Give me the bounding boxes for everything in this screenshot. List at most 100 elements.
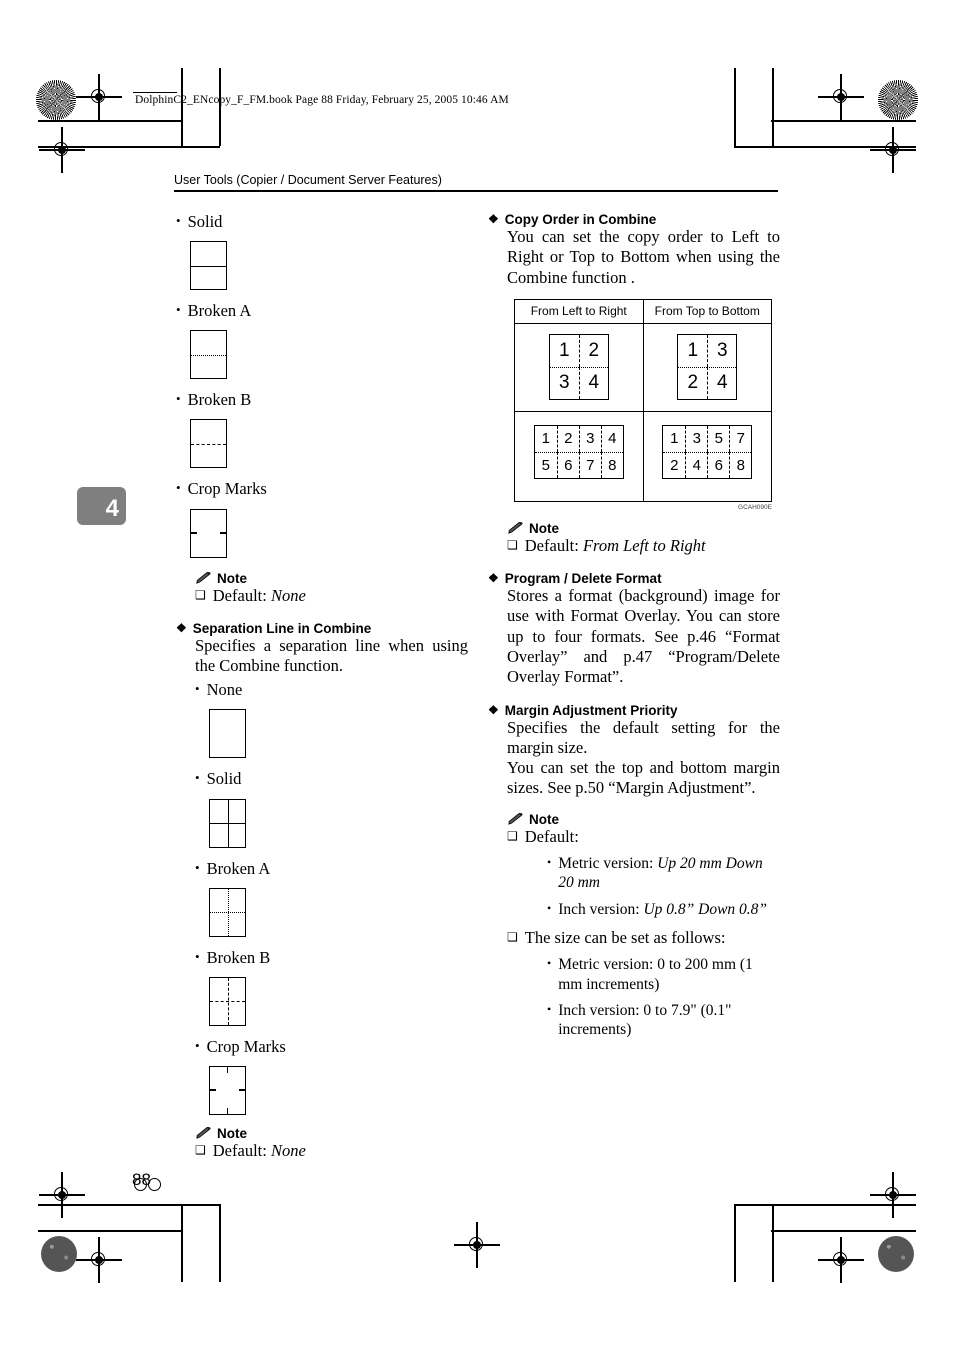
option-label: Broken A (206, 858, 271, 878)
note-block: Note ❑ Default: None (176, 1126, 468, 1161)
crop-rule (772, 1204, 774, 1282)
grid-cell: 8 (600, 451, 623, 478)
note-title-text: Note (529, 811, 559, 827)
grid-cell: 5 (707, 425, 729, 452)
grid-cell: 4 (578, 366, 608, 399)
grid-cell: 4 (685, 451, 708, 478)
note-subitem: • Inch version: Up 0.8” Down 0.8” (547, 900, 780, 919)
crop-tick-top (226, 1066, 229, 1073)
running-head-rule (174, 190, 778, 192)
option-label: None (206, 680, 243, 700)
figure-cell: 1 3 5 7 2 4 6 8 (642, 411, 772, 501)
sample-box-dashed-cross (209, 976, 246, 1026)
running-head: User Tools (Copier / Document Server Fea… (174, 173, 778, 192)
list-item: • Broken B (195, 948, 468, 968)
section-program-delete-format: ❖ Program / Delete Format Stores a forma… (488, 571, 780, 687)
section-body-text: Stores a format (background) image for u… (507, 586, 780, 687)
bullet-icon: • (547, 900, 552, 915)
grid-cell: 2 (663, 451, 686, 478)
section-body-text: You can set the copy order to Left to Ri… (507, 227, 780, 287)
grid-cell: 7 (729, 425, 751, 452)
option-label: Solid (206, 769, 242, 789)
note-text: Default: From Left to Right (524, 535, 706, 555)
note-title-text: Note (217, 1125, 247, 1141)
section-margin-adjustment-priority: ❖ Margin Adjustment Priority Specifies t… (488, 703, 780, 799)
grid-cell: 1 (687, 339, 699, 361)
section-separation-line-in-combine: ❖ Separation Line in Combine Specifies a… (176, 621, 468, 1115)
crop-rule (734, 1204, 916, 1206)
list-item: • Broken A (176, 301, 468, 321)
note-item: ❑ Default: (507, 827, 780, 847)
crop-rule (772, 68, 774, 146)
note-item: ❑ Default: None (195, 586, 468, 606)
registration-mark (818, 74, 864, 120)
registration-mark (870, 127, 916, 173)
note-square-icon: ❑ (195, 587, 206, 602)
grid-cell: 3 (578, 425, 601, 452)
section-body: Specifies a separation line when using t… (195, 636, 468, 1115)
figure-cell: 1 2 3 4 (515, 324, 643, 411)
bullet-icon: • (176, 391, 181, 407)
file-stamp: DolphinC2_ENcopy_F_FM.book Page 88 Frida… (135, 94, 509, 106)
note-text: Default: None (212, 1140, 306, 1160)
bullet-icon: • (195, 859, 200, 875)
chapter-tab-number: 4 (105, 495, 119, 522)
list-item: • Broken A (195, 859, 468, 879)
grid-cell: 2 (678, 366, 708, 399)
crop-rule (219, 1204, 221, 1282)
grid-cell: 6 (556, 451, 579, 478)
note-subitem: • Inch version: 0 to 7.9" (0.1" incremen… (547, 1001, 780, 1040)
list-item: • Crop Marks (195, 1037, 468, 1057)
divider-line-vertical (227, 799, 229, 847)
note-heading: Note (507, 812, 780, 827)
figure-header-row: From Left to Right From Top to Bottom (515, 299, 771, 324)
crop-rule (38, 146, 220, 148)
registration-mark (454, 1222, 500, 1268)
crop-tick-right (220, 532, 226, 534)
bullet-icon: • (547, 854, 552, 869)
grid-cell: 5 (534, 451, 557, 478)
option-list-continued: • Solid • Broken A • Broken B • Crop Mar… (176, 212, 468, 558)
crop-tick-left (210, 1089, 216, 1092)
page-number: 88 (132, 1170, 151, 1189)
section-heading-text: Margin Adjustment Priority (504, 702, 678, 718)
section-body: Stores a format (background) image for u… (507, 586, 780, 687)
grid-cell: 7 (578, 451, 601, 478)
sample-box-dotted-horizontal (190, 330, 227, 380)
note-text: The size can be set as follows: (524, 928, 726, 948)
grid-cell: 8 (729, 451, 752, 478)
list-item: • Solid (176, 212, 468, 232)
divider-line-vertical (227, 888, 229, 936)
list-item: • Broken B (176, 390, 468, 410)
grid-cell: 2 (556, 425, 579, 452)
grid-cell: 6 (707, 451, 730, 478)
crop-rule (219, 68, 221, 146)
note-subitem-text: Inch version: Up 0.8” Down 0.8” (558, 900, 768, 918)
list-item: • Crop Marks (176, 479, 468, 499)
section-heading: ❖ Separation Line in Combine (176, 621, 468, 636)
note-subitem-text: Metric version: 0 to 200 mm (1 mm increm… (558, 956, 753, 993)
registration-mark (818, 1237, 864, 1283)
section-heading-text: Separation Line in Combine (192, 620, 372, 636)
registration-color-patch (41, 1236, 77, 1272)
note-text: Default: None (212, 585, 306, 605)
figure-row-2up: 1 2 3 4 1 3 2 4 (515, 323, 771, 412)
figure-caption-code: GCAH090E (738, 503, 772, 511)
pencil-icon (508, 521, 523, 534)
section-body-text-1: Specifies the default setting for the ma… (507, 717, 780, 757)
sample-box-crop-marks-all (209, 1065, 246, 1115)
note-subitem-text: Inch version: 0 to 7.9" (0.1" increments… (558, 1002, 732, 1039)
note-heading: Note (195, 571, 468, 586)
list-item: • Solid (195, 769, 468, 789)
registration-color-patch (878, 1236, 914, 1272)
note-square-icon: ❑ (507, 930, 518, 945)
pencil-icon (196, 1126, 211, 1139)
diamond-bullet-icon: ❖ (488, 571, 499, 586)
figure-header-cell: From Left to Right (530, 303, 627, 318)
section-body: You can set the copy order to Left to Ri… (507, 227, 780, 288)
list-item: • None (195, 680, 468, 700)
option-label: Broken B (206, 947, 271, 967)
section-heading: ❖ Margin Adjustment Priority (488, 703, 780, 718)
note-item: ❑ Default: From Left to Right (507, 536, 780, 556)
crop-rule (38, 120, 183, 122)
